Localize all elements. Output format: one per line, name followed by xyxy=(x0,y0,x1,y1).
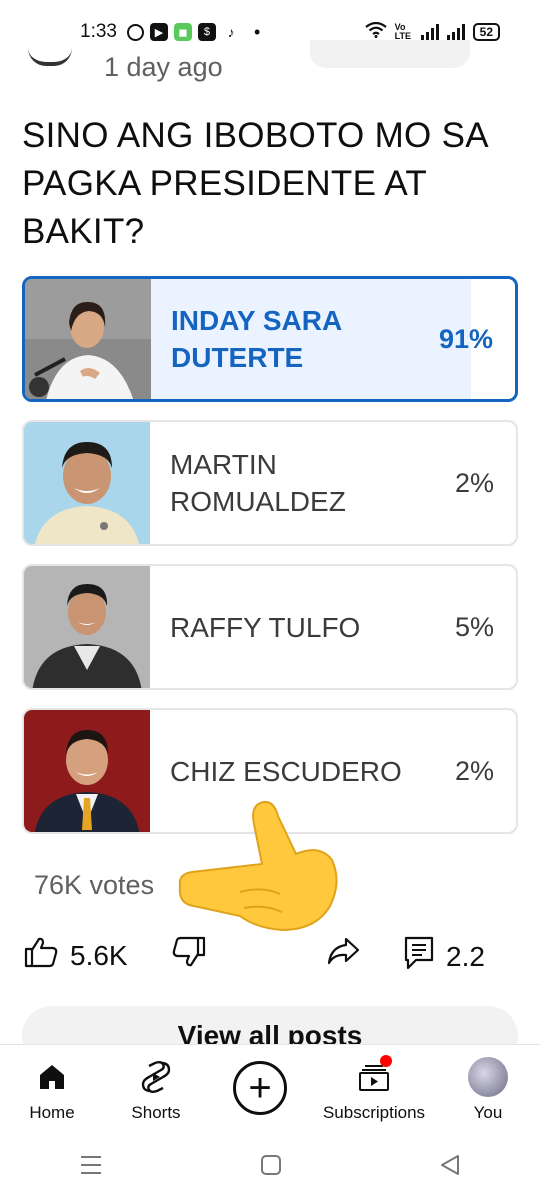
notification-dot xyxy=(380,1055,392,1067)
person-photo-3 xyxy=(24,566,150,688)
back-icon[interactable] xyxy=(439,1152,461,1183)
app-icon: ◼ xyxy=(173,23,192,41)
like-button[interactable]: 5.6K xyxy=(24,936,128,975)
notification-icons: ▶ ◼ $ ♪ • xyxy=(126,21,261,43)
dislike-button[interactable] xyxy=(172,936,206,975)
poll-option-percent: 2% xyxy=(454,467,494,498)
poll-option-percent: 2% xyxy=(454,755,494,786)
person-photo-4 xyxy=(24,710,150,832)
post-actions: 5.6K 2.2 xyxy=(0,936,540,986)
battery-icon: 52 xyxy=(472,23,500,41)
share-button[interactable] xyxy=(326,936,360,973)
like-count: 5.6K xyxy=(70,939,128,971)
home-system-icon[interactable] xyxy=(260,1152,282,1183)
you-avatar xyxy=(468,1057,508,1097)
comment-button[interactable]: 2.2 xyxy=(404,936,485,977)
tiktok-icon: ♪ xyxy=(221,23,240,41)
nav-shorts-label: Shorts xyxy=(131,1103,181,1122)
poll-option-1[interactable]: INDAY SARA DUTERTE 91% xyxy=(22,276,518,402)
comment-count: 2.2 xyxy=(446,940,485,972)
volte-label: Vo LTE xyxy=(394,22,411,41)
home-icon xyxy=(32,1057,72,1097)
share-icon xyxy=(326,936,360,973)
post-time: 1 day ago xyxy=(104,52,223,82)
signal-icon-2 xyxy=(446,24,465,40)
person-photo-2 xyxy=(24,422,150,544)
signal-icon-1 xyxy=(420,24,439,40)
status-time: 1:33 xyxy=(80,21,117,42)
nav-subscriptions-label: Subscriptions xyxy=(322,1103,426,1122)
create-plus-icon: + xyxy=(233,1061,287,1115)
nav-create[interactable]: + xyxy=(210,1057,310,1115)
pointing-hand-icon xyxy=(170,788,345,938)
poll-option-2[interactable]: MARTIN ROMUALDEZ 2% xyxy=(22,420,518,546)
poll-option-label: CHIZ ESCUDERO xyxy=(170,755,402,787)
poll-option-label: MARTIN ROMUALDEZ xyxy=(170,449,346,517)
nav-you[interactable]: You xyxy=(438,1057,538,1123)
nav-home[interactable]: Home xyxy=(2,1057,102,1123)
nav-subscriptions[interactable]: Subscriptions xyxy=(314,1055,434,1123)
nav-home-label: Home xyxy=(29,1103,75,1122)
more-notifications-icon: • xyxy=(253,21,261,42)
poll-question: SINO ANG IBOBOTO MO SA PAGKA PRESIDENTE … xyxy=(22,116,487,251)
shorts-icon xyxy=(136,1057,176,1097)
thumbs-up-icon xyxy=(24,936,58,975)
vote-count: 76K votes xyxy=(34,870,155,900)
poll-option-label: RAFFY TULFO xyxy=(170,611,361,643)
bottom-nav: Home Shorts + Subscriptions You xyxy=(0,1044,540,1134)
nav-you-label: You xyxy=(473,1103,503,1122)
poll-option-percent: 91% xyxy=(438,323,493,354)
comment-icon xyxy=(404,936,434,977)
youtube-icon: ▶ xyxy=(149,23,168,41)
person-photo-1 xyxy=(25,279,151,399)
poll-option-label: INDAY SARA DUTERTE xyxy=(171,305,342,373)
recent-apps-icon[interactable] xyxy=(79,1152,103,1183)
shop-icon: $ xyxy=(197,23,216,41)
messenger-icon xyxy=(126,23,144,41)
poll-option-percent: 5% xyxy=(454,611,494,642)
system-nav xyxy=(0,1134,540,1200)
nav-shorts[interactable]: Shorts xyxy=(106,1057,206,1123)
poll-option-3[interactable]: RAFFY TULFO 5% xyxy=(22,564,518,690)
subscriptions-icon xyxy=(354,1055,394,1097)
thumbs-down-icon xyxy=(172,936,206,975)
join-button[interactable] xyxy=(310,40,470,68)
